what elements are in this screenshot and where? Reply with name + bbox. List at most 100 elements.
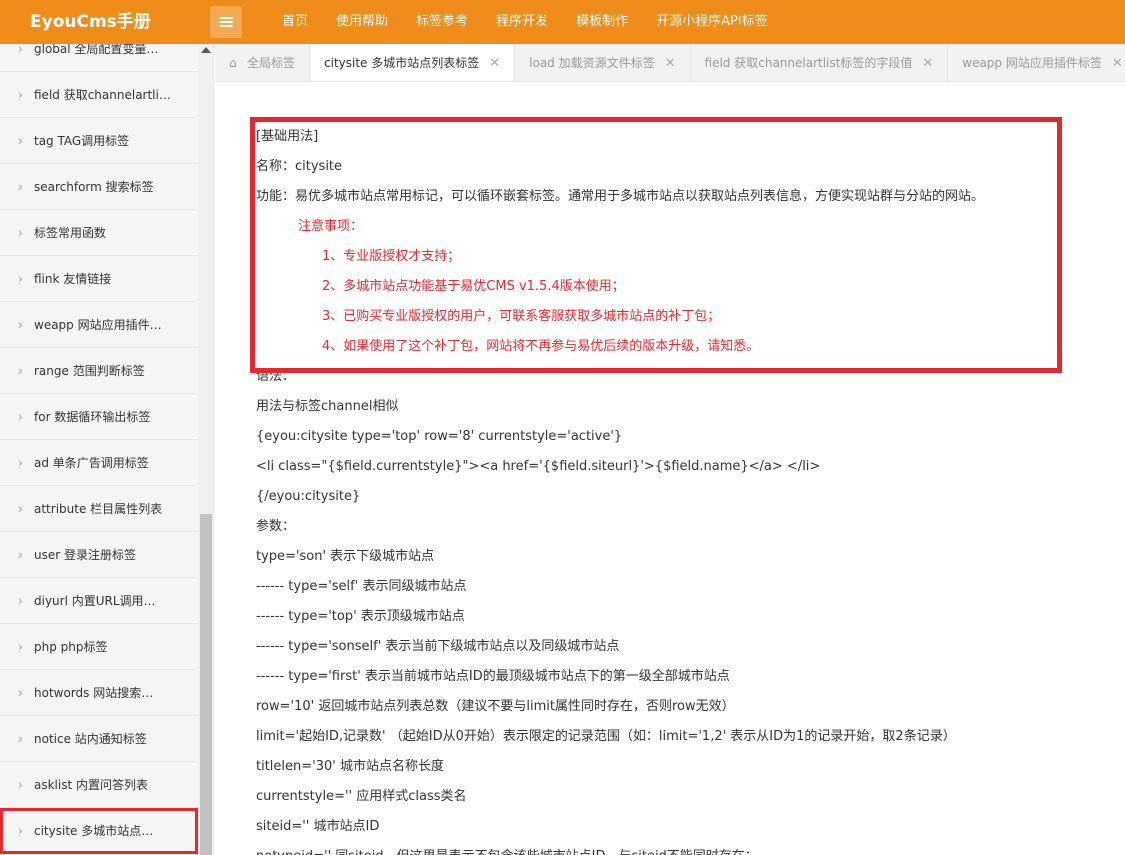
sidebar-item-label: notice 站内通知标签: [34, 732, 147, 746]
sidebar-item-label: tag TAG调用标签: [34, 134, 130, 148]
close-icon[interactable]: ✕: [1112, 56, 1123, 71]
sidebar-item-label: field 获取channelartli…: [34, 88, 171, 102]
sidebar-item-label: 标签常用函数: [34, 226, 107, 240]
sidebar: › global 全局配置变量… › field 获取channelartli… › ta…: [0, 44, 214, 855]
sidebar-item-label: user 登录注册标签: [34, 548, 136, 562]
chevron-right-icon: ›: [18, 732, 23, 746]
chevron-right-icon: ›: [18, 502, 23, 516]
chevron-right-icon: ›: [18, 410, 23, 424]
top-bar: EyouCms手册 首页 使用帮助 标签参考 程序开发 模板制作 开源小程序API标签: [0, 0, 1125, 44]
chevron-right-icon: ›: [18, 44, 23, 56]
sidebar-item[interactable]: › for 数据循环输出标签: [0, 394, 198, 440]
chevron-right-icon: ›: [18, 778, 23, 792]
app-logo[interactable]: EyouCms手册: [30, 0, 151, 44]
sidebar-item-label: attribute 栏目属性列表: [34, 502, 163, 516]
close-icon[interactable]: ✕: [665, 56, 676, 71]
sidebar-item[interactable]: › 标签常用函数: [0, 210, 198, 256]
doc-line: ------ type='top' 表示顶级城市站点: [256, 609, 465, 624]
nav-item-1[interactable]: 使用帮助: [322, 0, 402, 44]
tab-label: citysite 多城市站点列表标签: [324, 56, 480, 70]
doc-line: currentstyle='' 应用样式class类名: [256, 789, 467, 804]
sidebar-item[interactable]: › global 全局配置变量…: [0, 44, 198, 72]
chevron-right-icon: ›: [18, 134, 23, 148]
chevron-right-icon: ›: [18, 686, 23, 700]
sidebar-item[interactable]: › field 获取channelartli…: [0, 72, 198, 118]
sidebar-item-label: ad 单条广告调用标签: [34, 456, 149, 470]
doc-line: {eyou:citysite type='top' row='8' curren…: [256, 429, 623, 444]
chevron-right-icon: ›: [18, 180, 23, 194]
scrollbar-thumb[interactable]: [200, 514, 212, 855]
doc-line: [基础用法]: [256, 129, 319, 144]
tab[interactable]: ⌂ 全局标签: [215, 44, 311, 81]
sidebar-item-label: flink 友情链接: [34, 272, 112, 286]
close-icon[interactable]: ✕: [922, 56, 933, 71]
menu-toggle-button[interactable]: [210, 6, 242, 38]
tab-label: load 加载资源文件标签: [529, 56, 655, 70]
sidebar-list: › global 全局配置变量… › field 获取channelartli… › ta…: [0, 44, 198, 854]
chevron-right-icon: ›: [18, 318, 23, 332]
sidebar-item-label: searchform 搜索标签: [34, 180, 154, 194]
tab[interactable]: load 加载资源文件标签 ✕: [515, 44, 691, 81]
sidebar-item[interactable]: › citysite 多城市站点…: [0, 808, 198, 854]
doc-line: row='10' 返回城市站点列表总数（建议不要与limit属性同时存在，否则r…: [256, 699, 735, 714]
tab[interactable]: citysite 多城市站点列表标签 ✕: [310, 44, 516, 81]
sidebar-item[interactable]: › weapp 网站应用插件…: [0, 302, 198, 348]
doc-content: [基础用法] 名称：citysite 功能：易优多城市站点常用标记，可以循环嵌套标签…: [215, 82, 1125, 855]
doc-line: siteid='' 城市站点ID: [256, 819, 380, 834]
sidebar-item[interactable]: › flink 友情链接: [0, 256, 198, 302]
doc-line: 用法与标签channel相似: [256, 399, 399, 414]
doc-line: 功能：易优多城市站点常用标记，可以循环嵌套标签。通常用于多城市站点以获取站点列表…: [256, 189, 985, 204]
sidebar-item-label: asklist 内置问答列表: [34, 778, 148, 792]
doc-line: ------ type='self' 表示同级城市站点: [256, 579, 467, 594]
nav-item-3[interactable]: 程序开发: [482, 0, 562, 44]
sidebar-item-label: range 范围判断标签: [34, 364, 145, 378]
nav-item-4[interactable]: 模板制作: [562, 0, 642, 44]
doc-line: limit='起始ID,记录数' （起始ID从0开始）表示限定的记录范围（如：l…: [256, 729, 956, 744]
tab-label: weapp 网站应用插件标签: [962, 56, 1102, 70]
chevron-right-icon: ›: [18, 272, 23, 286]
doc-line: ------ type='sonself' 表示当前下级城市站点以及同级城市站点: [256, 639, 620, 654]
sidebar-item-label: php php标签: [34, 640, 108, 654]
scroll-up-icon[interactable]: [201, 47, 211, 53]
sidebar-item[interactable]: › ad 单条广告调用标签: [0, 440, 198, 486]
sidebar-scrollbar[interactable]: [198, 44, 213, 855]
sidebar-item[interactable]: › diyurl 内置URL调用…: [0, 578, 198, 624]
doc-line: titlelen='30' 城市站点名称长度: [256, 759, 444, 774]
chevron-right-icon: ›: [18, 226, 23, 240]
nav-item-0[interactable]: 首页: [268, 0, 322, 44]
tab-bar: ⌂ 全局标签 citysite 多城市站点列表标签 ✕ load 加载资源文件标签 ✕ fi…: [215, 44, 1125, 82]
nav-item-5[interactable]: 开源小程序API标签: [642, 0, 782, 44]
chevron-right-icon: ›: [18, 88, 23, 102]
home-icon: ⌂: [229, 56, 237, 70]
tab[interactable]: weapp 网站应用插件标签 ✕: [948, 44, 1125, 81]
sidebar-item[interactable]: › attribute 栏目属性列表: [0, 486, 198, 532]
chevron-right-icon: ›: [18, 548, 23, 562]
tab[interactable]: field 获取channelartlist标签的字段值 ✕: [691, 44, 949, 81]
doc-line: 名称：citysite: [256, 159, 343, 174]
sidebar-item[interactable]: › php php标签: [0, 624, 198, 670]
nav-item-2[interactable]: 标签参考: [402, 0, 482, 44]
hamburger-icon: [219, 17, 233, 27]
chevron-right-icon: ›: [18, 364, 23, 378]
sidebar-item[interactable]: › notice 站内通知标签: [0, 716, 198, 762]
doc-line: {/eyou:citysite}: [256, 489, 361, 504]
chevron-right-icon: ›: [18, 594, 23, 608]
sidebar-item[interactable]: › tag TAG调用标签: [0, 118, 198, 164]
sidebar-item-label: diyurl 内置URL调用…: [34, 594, 156, 608]
chevron-right-icon: ›: [18, 640, 23, 654]
chevron-right-icon: ›: [18, 456, 23, 470]
sidebar-item[interactable]: › searchform 搜索标签: [0, 164, 198, 210]
sidebar-item-label: for 数据循环输出标签: [34, 410, 151, 424]
doc-line: 语法：: [256, 369, 296, 384]
chevron-right-icon: ›: [18, 824, 23, 838]
sidebar-item[interactable]: › range 范围判断标签: [0, 348, 198, 394]
close-icon[interactable]: ✕: [489, 56, 500, 71]
sidebar-item-label: hotwords 网站搜索…: [34, 686, 154, 700]
sidebar-item[interactable]: › user 登录注册标签: [0, 532, 198, 578]
doc-body: [基础用法] 名称：citysite 功能：易优多城市站点常用标记，可以循环嵌套标签…: [256, 122, 1096, 855]
doc-line: 1、专业版授权才支持；: [322, 249, 461, 264]
main-nav: 首页 使用帮助 标签参考 程序开发 模板制作 开源小程序API标签: [268, 0, 782, 44]
sidebar-item[interactable]: › asklist 内置问答列表: [0, 762, 198, 808]
sidebar-item[interactable]: › hotwords 网站搜索…: [0, 670, 198, 716]
sidebar-item-label: citysite 多城市站点…: [34, 824, 154, 838]
